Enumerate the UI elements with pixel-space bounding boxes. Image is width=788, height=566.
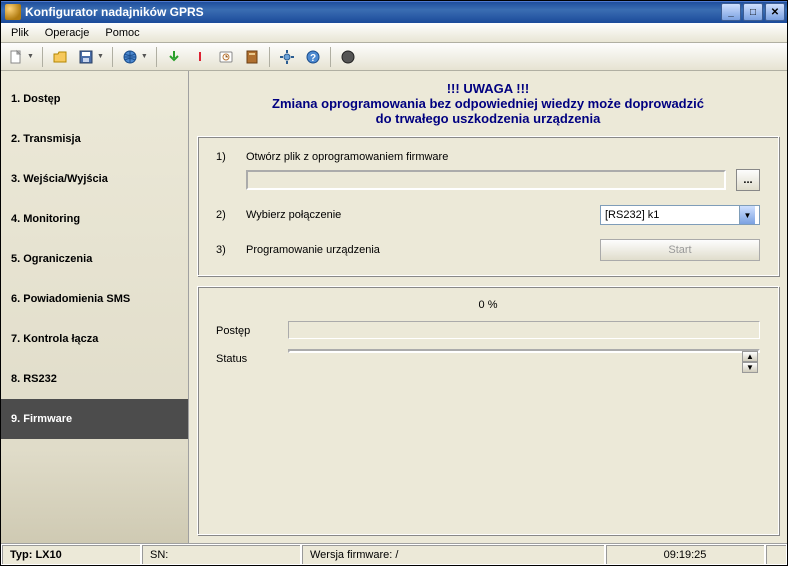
step1-label: Otwórz plik z oprogramowaniem firmware [246, 151, 448, 163]
step2-number: 2) [216, 209, 236, 221]
menu-file[interactable]: Plik [5, 25, 35, 41]
status-firmware: Wersja firmware: / [301, 544, 605, 565]
menu-operations[interactable]: Operacje [39, 25, 96, 41]
dropdown-arrow-icon[interactable]: ▼ [97, 53, 106, 60]
browse-button[interactable]: ... [736, 169, 760, 191]
sidebar-item-io[interactable]: 3. Wejścia/Wyjścia [1, 159, 188, 199]
step3-number: 3) [216, 244, 236, 256]
status-grip [765, 544, 787, 565]
maximize-button[interactable]: □ [743, 3, 763, 21]
sidebar: 1. Dostęp 2. Transmisja 3. Wejścia/Wyjśc… [1, 71, 189, 543]
status-sn: SN: [141, 544, 301, 565]
step1-number: 1) [216, 151, 236, 163]
stop-icon[interactable] [337, 46, 359, 68]
toolbar: ▼ ▼ ▼ ? [1, 43, 787, 71]
sidebar-item-transmission[interactable]: 2. Transmisja [1, 119, 188, 159]
progress-group: 0 % Postęp Status ▲ ▼ [197, 286, 779, 535]
connection-value: [RS232] k1 [605, 209, 659, 221]
close-button[interactable]: ✕ [765, 3, 785, 21]
step2-label: Wybierz połączenie [246, 209, 456, 221]
separator [112, 47, 113, 67]
book-icon[interactable] [241, 46, 263, 68]
scroll-up-icon[interactable]: ▲ [742, 351, 758, 362]
sidebar-item-rs232[interactable]: 8. RS232 [1, 359, 188, 399]
warning-block: !!! UWAGA !!! Zmiana oprogramowania bez … [197, 81, 779, 126]
svg-text:?: ? [310, 53, 316, 64]
start-button[interactable]: Start [600, 239, 760, 261]
warning-heading: !!! UWAGA !!! [197, 81, 779, 96]
main-pane: !!! UWAGA !!! Zmiana oprogramowania bez … [189, 71, 787, 543]
sidebar-item-access[interactable]: 1. Dostęp [1, 79, 188, 119]
open-icon[interactable] [49, 46, 71, 68]
titlebar: Konfigurator nadajników GPRS _ □ ✕ [1, 1, 787, 23]
status-label: Status [216, 349, 276, 365]
separator [269, 47, 270, 67]
dropdown-arrow-icon[interactable]: ▼ [27, 53, 36, 60]
warning-line1: Zmiana oprogramowania bez odpowiedniej w… [197, 96, 779, 111]
progress-percent: 0 % [216, 299, 760, 311]
sidebar-item-firmware[interactable]: 9. Firmware [1, 399, 188, 439]
progress-bar [288, 321, 760, 339]
dropdown-arrow-icon[interactable]: ▼ [141, 53, 150, 60]
steps-group: 1) Otwórz plik z oprogramowaniem firmwar… [197, 136, 779, 276]
sidebar-item-monitoring[interactable]: 4. Monitoring [1, 199, 188, 239]
upload-icon[interactable] [189, 46, 211, 68]
gear-icon[interactable] [276, 46, 298, 68]
menu-help[interactable]: Pomoc [99, 25, 145, 41]
step3-label: Programowanie urządzenia [246, 244, 456, 256]
separator [156, 47, 157, 67]
sidebar-item-sms[interactable]: 6. Powiadomienia SMS [1, 279, 188, 319]
warning-line2: do trwałego uszkodzenia urządzenia [197, 111, 779, 126]
scroll-down-icon[interactable]: ▼ [742, 362, 758, 373]
chevron-down-icon: ▼ [739, 206, 755, 224]
sidebar-item-restrictions[interactable]: 5. Ograniczenia [1, 239, 188, 279]
status-time: 09:19:25 [605, 544, 765, 565]
status-type: Typ: LX10 [1, 544, 141, 565]
statusbar: Typ: LX10 SN: Wersja firmware: / 09:19:2… [1, 543, 787, 565]
app-icon [5, 4, 21, 20]
download-icon[interactable] [163, 46, 185, 68]
clock-icon[interactable] [215, 46, 237, 68]
separator [330, 47, 331, 67]
help-icon[interactable]: ? [302, 46, 324, 68]
connection-select[interactable]: [RS232] k1 ▼ [600, 205, 760, 225]
separator [42, 47, 43, 67]
firmware-path-field [246, 170, 726, 190]
progress-label: Postęp [216, 321, 276, 337]
window-title: Konfigurator nadajników GPRS [25, 5, 719, 19]
menubar: Plik Operacje Pomoc [1, 23, 787, 43]
status-textarea[interactable]: ▲ ▼ [288, 349, 760, 353]
save-icon[interactable] [75, 46, 97, 68]
globe-icon[interactable] [119, 46, 141, 68]
minimize-button[interactable]: _ [721, 3, 741, 21]
new-icon[interactable] [5, 46, 27, 68]
sidebar-item-linkcontrol[interactable]: 7. Kontrola łącza [1, 319, 188, 359]
